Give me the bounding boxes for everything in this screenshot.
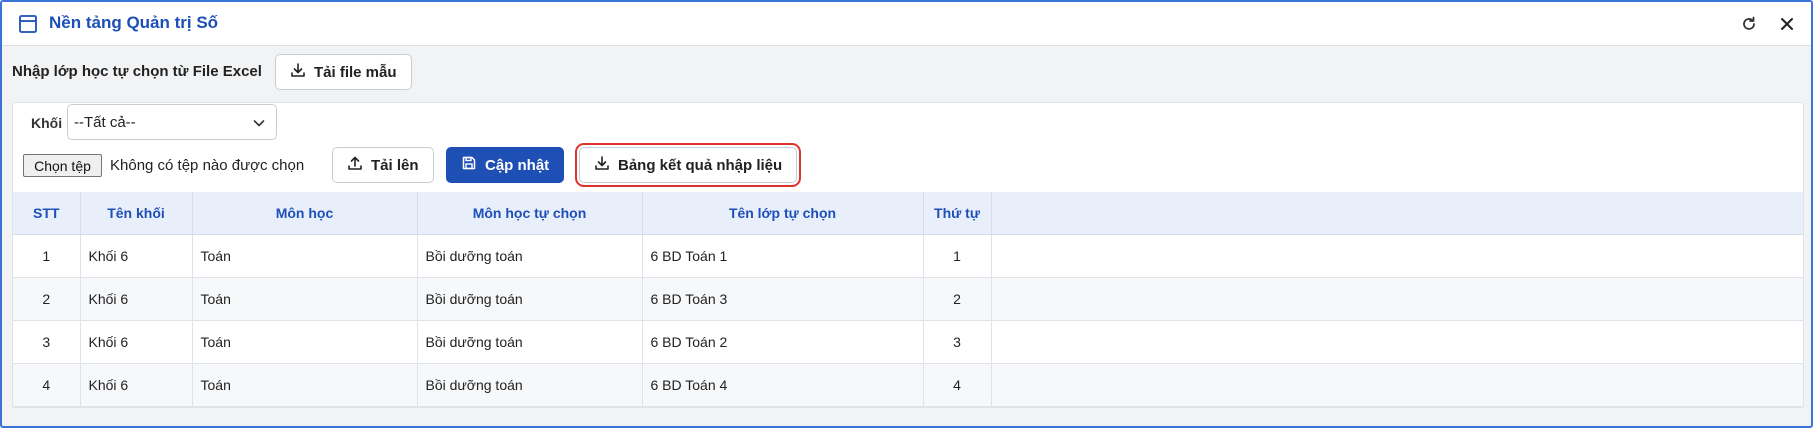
cell-ten-khoi: Khối 6 <box>80 277 193 321</box>
download-template-button[interactable]: Tải file mẫu <box>275 54 412 90</box>
table-row[interactable]: 1 Khối 6 Toán Bồi dưỡng toán 6 BD Toán 1… <box>13 234 1803 278</box>
choose-file-button[interactable]: Chọn tệp <box>23 154 102 177</box>
cell-filler <box>991 320 1803 364</box>
header-filler <box>991 192 1803 235</box>
cell-mon-hoc: Toán <box>192 320 418 364</box>
import-result-button[interactable]: Bảng kết quả nhập liệu <box>574 143 802 187</box>
cell-ten-khoi: Khối 6 <box>80 320 193 364</box>
cell-mon-hoc-tu-chon: Bồi dưỡng toán <box>417 320 643 364</box>
cell-ten-khoi: Khối 6 <box>80 234 193 278</box>
cell-stt: 1 <box>13 234 81 278</box>
update-button[interactable]: Cập nhật <box>446 147 565 183</box>
cell-thu-tu: 2 <box>923 277 992 321</box>
upload-label: Tải lên <box>371 156 419 174</box>
data-table: STT Tên khối Môn học Môn học tự chọn Tên… <box>13 192 1803 407</box>
cell-ten-lop-tu-chon: 6 BD Toán 4 <box>642 363 924 407</box>
cell-thu-tu: 4 <box>923 363 992 407</box>
download-icon <box>594 155 610 175</box>
chevron-down-icon <box>252 116 266 134</box>
upload-icon <box>347 155 363 175</box>
save-icon <box>461 155 477 175</box>
import-toolbar: Nhập lớp học tự chọn từ File Excel Tải f… <box>12 54 1801 90</box>
header-ten-khoi[interactable]: Tên khối <box>80 192 193 235</box>
import-panel: Khối --Tất cả-- Chọn tệp Không có tệp nà… <box>12 102 1804 408</box>
khoi-select[interactable]: --Tất cả-- <box>67 104 277 140</box>
table-row[interactable]: 2 Khối 6 Toán Bồi dưỡng toán 6 BD Toán 3… <box>13 277 1803 321</box>
cell-mon-hoc: Toán <box>192 277 418 321</box>
cell-filler <box>991 234 1803 278</box>
file-row: Chọn tệp Không có tệp nào được chọn Tải … <box>23 143 1793 187</box>
window-title: Nền tảng Quản trị Số <box>49 13 219 32</box>
cell-filler <box>991 363 1803 407</box>
table-row[interactable]: 3 Khối 6 Toán Bồi dưỡng toán 6 BD Toán 2… <box>13 320 1803 364</box>
download-icon <box>290 62 306 82</box>
cell-mon-hoc-tu-chon: Bồi dưỡng toán <box>417 234 643 278</box>
close-icon[interactable] <box>1777 14 1797 34</box>
import-section-label: Nhập lớp học tự chọn từ File Excel <box>12 63 262 80</box>
cell-stt: 2 <box>13 277 81 321</box>
cell-ten-lop-tu-chon: 6 BD Toán 1 <box>642 234 924 278</box>
download-template-label: Tải file mẫu <box>314 63 397 81</box>
dialog-window: Nền tảng Quản trị Số Nhập lớp học tự chọ… <box>0 0 1813 428</box>
khoi-select-value: --Tất cả-- <box>74 114 136 131</box>
cell-filler <box>991 277 1803 321</box>
file-status: Không có tệp nào được chọn <box>110 157 305 174</box>
header-mon-hoc-tu-chon[interactable]: Môn học tự chọn <box>417 192 643 235</box>
cell-ten-lop-tu-chon: 6 BD Toán 2 <box>642 320 924 364</box>
header-stt[interactable]: STT <box>13 192 81 235</box>
window-icon <box>18 14 38 34</box>
cell-mon-hoc-tu-chon: Bồi dưỡng toán <box>417 277 643 321</box>
cell-thu-tu: 1 <box>923 234 992 278</box>
upload-button[interactable]: Tải lên <box>332 147 434 183</box>
cell-stt: 3 <box>13 320 81 364</box>
cell-mon-hoc: Toán <box>192 234 418 278</box>
cell-ten-khoi: Khối 6 <box>80 363 193 407</box>
header-thu-tu[interactable]: Thứ tự <box>923 192 992 235</box>
khoi-label: Khối <box>31 115 63 131</box>
cell-stt: 4 <box>13 363 81 407</box>
title-bar: Nền tảng Quản trị Số <box>2 2 1811 46</box>
cell-mon-hoc-tu-chon: Bồi dưỡng toán <box>417 363 643 407</box>
table-row[interactable]: 4 Khối 6 Toán Bồi dưỡng toán 6 BD Toán 4… <box>13 363 1803 407</box>
header-ten-lop-tu-chon[interactable]: Tên lớp tự chọn <box>642 192 924 235</box>
update-label: Cập nhật <box>485 156 550 174</box>
header-mon-hoc[interactable]: Môn học <box>192 192 418 235</box>
import-result-label: Bảng kết quả nhập liệu <box>618 156 783 174</box>
table-header-row: STT Tên khối Môn học Môn học tự chọn Tên… <box>13 192 1803 235</box>
cell-ten-lop-tu-chon: 6 BD Toán 3 <box>642 277 924 321</box>
refresh-icon[interactable] <box>1739 14 1759 34</box>
cell-mon-hoc: Toán <box>192 363 418 407</box>
cell-thu-tu: 3 <box>923 320 992 364</box>
